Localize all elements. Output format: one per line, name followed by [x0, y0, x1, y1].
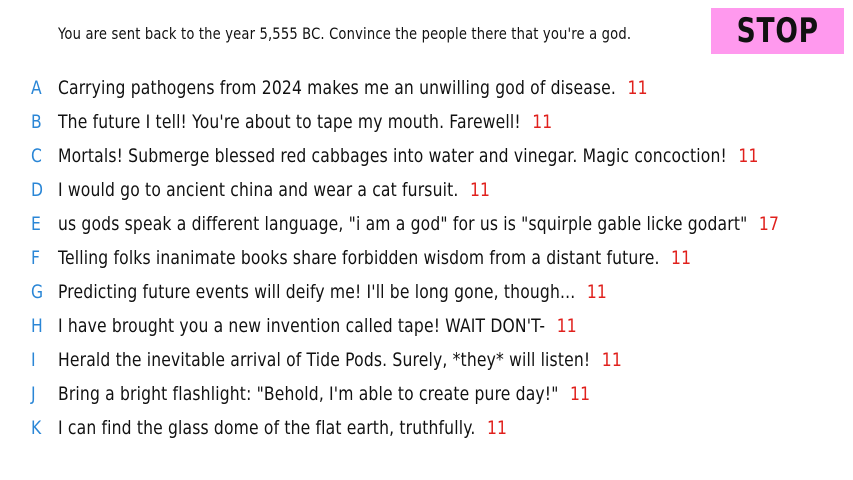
answer-row-b[interactable]: B The future I tell! You're about to tap… [0, 105, 853, 139]
answer-text: Carrying pathogens from 2024 makes me an… [58, 77, 617, 99]
answer-row-g[interactable]: G Predicting future events will deify me… [0, 275, 853, 309]
answer-row-a[interactable]: A Carrying pathogens from 2024 makes me … [0, 71, 853, 105]
answer-row-j[interactable]: J Bring a bright flashlight: "Behold, I'… [0, 377, 853, 411]
answer-letter: A [31, 77, 42, 99]
answer-letter: J [31, 383, 36, 405]
answer-score: 17 [758, 213, 780, 235]
answer-text: I can find the glass dome of the flat ea… [58, 417, 476, 439]
answer-score: 11 [586, 281, 608, 303]
answer-text: Predicting future events will deify me! … [58, 281, 576, 303]
answer-row-d[interactable]: D I would go to ancient china and wear a… [0, 173, 853, 207]
answer-score: 11 [671, 247, 692, 269]
answer-row-i[interactable]: I Herald the inevitable arrival of Tide … [0, 343, 853, 377]
answer-score: 11 [532, 111, 553, 133]
answer-score: 11 [469, 179, 491, 201]
answer-letter: K [31, 417, 42, 439]
answer-score: 11 [738, 145, 759, 167]
answer-score: 11 [556, 315, 577, 337]
answer-text: us gods speak a different language, "i a… [58, 213, 748, 235]
answer-letter: E [31, 213, 41, 235]
answer-score: 11 [486, 417, 508, 439]
answer-letter: F [31, 247, 40, 269]
answer-text: Herald the inevitable arrival of Tide Po… [58, 349, 591, 371]
answer-text: The future I tell! You're about to tape … [58, 111, 521, 133]
answer-text: Bring a bright flashlight: "Behold, I'm … [58, 383, 559, 405]
answer-row-f[interactable]: F Telling folks inanimate books share fo… [0, 241, 853, 275]
answer-letter: D [31, 179, 44, 201]
answer-letter: I [31, 349, 36, 371]
answer-text: Telling folks inanimate books share forb… [58, 247, 660, 269]
stop-button[interactable]: STOP [711, 8, 844, 54]
answer-row-c[interactable]: C Mortals! Submerge blessed red cabbages… [0, 139, 853, 173]
answer-letter: C [31, 145, 42, 167]
answer-letter: H [31, 315, 43, 337]
answer-score: 11 [570, 383, 591, 405]
prompt-text: You are sent back to the year 5,555 BC. … [58, 24, 632, 43]
answer-text: I would go to ancient china and wear a c… [58, 179, 459, 201]
answer-text: I have brought you a new invention calle… [58, 315, 546, 337]
answer-score: 11 [627, 77, 648, 99]
answer-row-k[interactable]: K I can find the glass dome of the flat … [0, 411, 853, 445]
answer-letter: B [31, 111, 42, 133]
answer-score: 11 [601, 349, 622, 371]
answer-row-e[interactable]: E us gods speak a different language, "i… [0, 207, 853, 241]
stop-button-label: STOP [736, 11, 819, 51]
answer-text: Mortals! Submerge blessed red cabbages i… [58, 145, 727, 167]
answer-row-h[interactable]: H I have brought you a new invention cal… [0, 309, 853, 343]
answer-letter: G [31, 281, 44, 303]
